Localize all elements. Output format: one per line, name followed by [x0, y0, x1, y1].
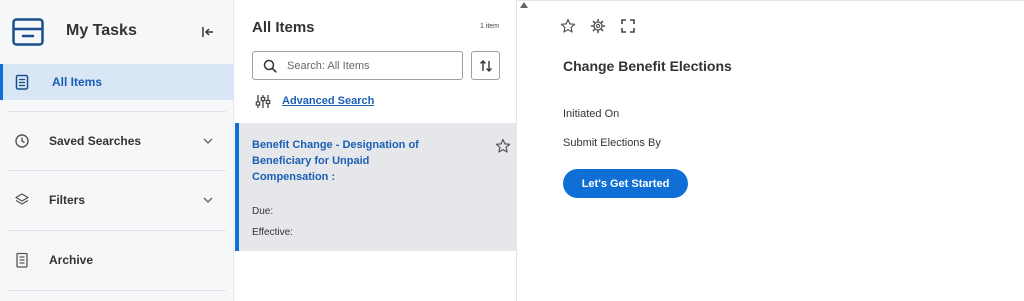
- star-icon[interactable]: [495, 138, 511, 154]
- caret-up-icon[interactable]: [520, 2, 528, 8]
- chevron-down-icon: [203, 197, 213, 203]
- task-card-effective: Effective:: [252, 227, 293, 238]
- divider: [8, 111, 226, 112]
- divider: [8, 230, 226, 231]
- sidebar-item-archive[interactable]: Archive: [0, 242, 234, 278]
- initiated-on-label: Initiated On: [563, 108, 620, 120]
- get-started-button[interactable]: Let's Get Started: [563, 169, 688, 198]
- sidebar-item-label: Filters: [49, 193, 86, 207]
- sidebar: My Tasks All Items Saved Searches Filter…: [0, 0, 234, 301]
- expand-icon[interactable]: [620, 18, 636, 34]
- layers-icon: [15, 193, 29, 205]
- search-box: [252, 51, 463, 80]
- clock-icon: [15, 134, 29, 148]
- sliders-icon: [255, 95, 271, 108]
- search-icon: [263, 59, 277, 73]
- star-icon[interactable]: [560, 18, 576, 34]
- task-card[interactable]: Benefit Change - Designation of Benefici…: [235, 123, 516, 251]
- item-count: 1 item: [479, 23, 499, 30]
- divider: [8, 170, 226, 171]
- sidebar-item-label: All Items: [52, 75, 103, 89]
- chevron-down-icon: [203, 138, 213, 144]
- clipboard-icon: [15, 74, 29, 90]
- divider: [8, 290, 226, 291]
- sidebar-item-saved-searches[interactable]: Saved Searches: [0, 123, 234, 159]
- gear-icon[interactable]: [590, 18, 606, 34]
- list-title: All Items: [252, 19, 315, 36]
- sidebar-item-filters[interactable]: Filters: [0, 182, 234, 218]
- submit-elections-by-label: Submit Elections By: [563, 137, 661, 149]
- task-list-panel: All Items 1 item Advanced Search Benefit…: [235, 0, 517, 301]
- collapse-sidebar-icon[interactable]: [200, 24, 216, 40]
- archive-icon: [16, 252, 28, 268]
- sidebar-header: My Tasks: [0, 0, 234, 64]
- task-card-due: Due:: [252, 206, 274, 217]
- detail-title: Change Benefit Elections: [563, 58, 732, 74]
- advanced-search-link[interactable]: Advanced Search: [282, 95, 374, 107]
- sort-button[interactable]: [471, 51, 500, 80]
- sidebar-item-all-items[interactable]: All Items: [0, 64, 234, 100]
- divider: [518, 0, 1024, 1]
- sort-arrows-icon: [480, 60, 492, 72]
- sidebar-title: My Tasks: [66, 22, 137, 39]
- search-input[interactable]: [287, 57, 455, 75]
- sidebar-item-label: Saved Searches: [49, 134, 142, 148]
- inbox-tray-icon: [12, 18, 44, 46]
- task-detail-panel: Change Benefit Elections Initiated On Su…: [518, 0, 1024, 301]
- sidebar-item-label: Archive: [49, 253, 94, 267]
- task-card-title[interactable]: Benefit Change - Designation of Benefici…: [252, 137, 422, 185]
